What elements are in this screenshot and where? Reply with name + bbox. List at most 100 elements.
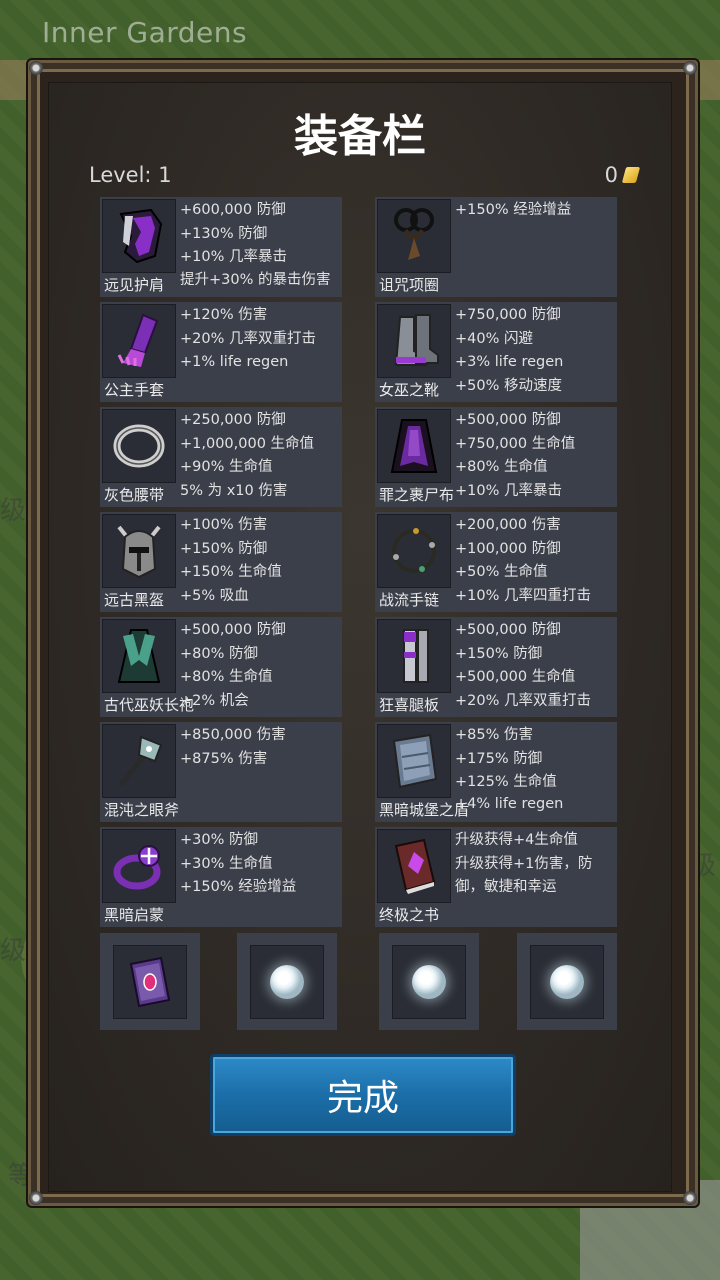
stat-line: 提升+30% 的暴击伤害 <box>180 271 331 288</box>
cloak-icon <box>377 409 451 483</box>
equipment-card-book[interactable]: 终极之书 升级获得+4生命值 升级获得+1伤害，防御，敏捷和幸运 <box>375 827 617 927</box>
stat-line: +50% 生命值 <box>455 564 548 580</box>
equipment-name: 罪之裹尸布 <box>379 486 455 504</box>
equipment-name: 远见护肩 <box>104 276 165 294</box>
equipment-card-robe[interactable]: 古代巫妖长袍 +500,000 防御 +80% 防御 +80% 生命值 +2% … <box>100 617 342 717</box>
frame-rivet-icon <box>683 1191 697 1205</box>
belt-icon <box>102 409 176 483</box>
stat-line: +10% 几率暴击 <box>455 482 562 499</box>
stat-line: +20% 几率双重打击 <box>455 692 591 709</box>
stat-line: 升级获得+1伤害，防御，敏捷和幸运 <box>455 855 593 896</box>
equipment-stats: +500,000 防御 +150% 防御 +500,000 生命值 +20% 几… <box>455 619 621 713</box>
equipment-card-gloves[interactable]: 公主手套 +120% 伤害 +20% 几率双重打击 +1% life regen <box>100 302 342 402</box>
stat-line: +90% 生命值 <box>180 459 273 475</box>
boots-icon <box>377 304 451 378</box>
equipment-stats: +30% 防御 +30% 生命值 +150% 经验增益 <box>180 829 346 900</box>
stat-line: 5% 为 x10 伤害 <box>180 482 288 499</box>
stat-line: +10% 几率四重打击 <box>455 587 591 604</box>
level-value: 1 <box>158 163 172 187</box>
stat-line: +20% 几率双重打击 <box>180 330 316 347</box>
equipment-stats: +100% 伤害 +150% 防御 +150% 生命值 +5% 吸血 <box>180 514 346 608</box>
stat-line: +40% 闪避 <box>455 330 533 347</box>
gloves-icon <box>102 304 176 378</box>
stat-line: +500,000 防御 <box>455 622 561 638</box>
stat-line: +175% 防御 <box>455 750 543 767</box>
equipment-stats: +500,000 防御 +750,000 生命值 +80% 生命值 +10% 几… <box>455 409 621 503</box>
stat-line: +3% life regen <box>455 354 564 370</box>
stat-line: +2% 机会 <box>180 692 249 709</box>
stat-line: +80% 生命值 <box>180 669 273 685</box>
equipment-card-necklace[interactable]: 诅咒项圈 +150% 经验增益 <box>375 197 617 297</box>
stat-line: +80% 生命值 <box>455 459 548 475</box>
equipment-card-leg-armor[interactable]: 狂喜腿板 +500,000 防御 +150% 防御 +500,000 生命值 +… <box>375 617 617 717</box>
stat-line: +1,000,000 生命值 <box>180 435 315 452</box>
stat-line: +5% 吸血 <box>180 587 249 604</box>
equipment-name: 混沌之眼斧 <box>104 801 180 819</box>
world-text: 级 <box>0 496 27 526</box>
equipment-name: 战流手链 <box>379 591 440 609</box>
pearl-orb-icon <box>250 944 324 1019</box>
inventory-slot[interactable] <box>237 933 337 1030</box>
shield-icon <box>377 724 451 798</box>
stat-line: +750,000 防御 <box>455 307 561 323</box>
equipment-card-ring[interactable]: 黑暗启蒙 +30% 防御 +30% 生命值 +150% 经验增益 <box>100 827 342 927</box>
level-indicator: Level: 1 <box>89 163 172 187</box>
level-label: Level: <box>89 163 152 187</box>
equipment-stats: 升级获得+4生命值 升级获得+1伤害，防御，敏捷和幸运 <box>455 829 611 900</box>
equipment-name: 灰色腰带 <box>104 486 165 504</box>
done-button[interactable]: 完成 <box>210 1054 516 1136</box>
equipment-card-cloak[interactable]: 罪之裹尸布 +500,000 防御 +750,000 生命值 +80% 生命值 … <box>375 407 617 507</box>
stat-line: +500,000 生命值 <box>455 669 576 685</box>
stat-line: +150% 防御 <box>180 540 268 557</box>
equipment-stats: +120% 伤害 +20% 几率双重打击 +1% life regen <box>180 304 346 375</box>
stat-line: +150% 经验增益 <box>455 202 572 218</box>
stat-line: +500,000 防御 <box>455 412 561 428</box>
equipment-card-shield[interactable]: 黑暗城堡之盾 +85% 伤害 +175% 防御 +125% 生命值 +4% li… <box>375 722 617 822</box>
equipment-stats: +600,000 防御 +130% 防御 +10% 几率暴击 提升+30% 的暴… <box>180 199 346 290</box>
frame-rivet-icon <box>683 61 697 75</box>
stat-line: +120% 伤害 <box>180 307 268 323</box>
stat-line: +130% 防御 <box>180 225 268 242</box>
area-name-label: Inner Gardens <box>42 16 248 49</box>
inventory-slot[interactable] <box>100 933 200 1030</box>
stat-line: +600,000 防御 <box>180 202 286 218</box>
stat-line: +150% 生命值 <box>180 564 282 580</box>
equipment-stats: +85% 伤害 +175% 防御 +125% 生命值 +4% life rege… <box>455 724 621 813</box>
robe-icon <box>102 619 176 693</box>
helmet-icon <box>102 514 176 588</box>
equipment-stats: +750,000 防御 +40% 闪避 +3% life regen +50% … <box>455 304 621 398</box>
gold-amount: 0 <box>604 163 618 187</box>
equipment-name: 诅咒项圈 <box>379 276 440 294</box>
necklace-icon <box>377 199 451 273</box>
bracelet-icon <box>377 514 451 588</box>
equipment-card-helmet[interactable]: 远古黑盔 +100% 伤害 +150% 防御 +150% 生命值 +5% 吸血 <box>100 512 342 612</box>
equipment-name: 狂喜腿板 <box>379 696 440 714</box>
equipment-name: 远古黑盔 <box>104 591 165 609</box>
equipment-stats: +850,000 伤害 +875% 伤害 <box>180 724 346 771</box>
equipment-stats: +500,000 防御 +80% 防御 +80% 生命值 +2% 机会 <box>180 619 346 713</box>
stat-line: +250,000 防御 <box>180 412 286 428</box>
equipment-card-axe[interactable]: 混沌之眼斧 +850,000 伤害 +875% 伤害 <box>100 722 342 822</box>
pearl-orb-icon <box>392 944 466 1019</box>
gold-counter: 0 <box>604 163 641 187</box>
frame-rivet-icon <box>29 61 43 75</box>
equipment-name: 黑暗启蒙 <box>104 906 165 924</box>
equipment-card-boots[interactable]: 女巫之靴 +750,000 防御 +40% 闪避 +3% life regen … <box>375 302 617 402</box>
inventory-slot[interactable] <box>517 933 617 1030</box>
stat-line: +200,000 伤害 <box>455 517 561 533</box>
inventory-slot[interactable] <box>379 933 479 1030</box>
stat-line: +50% 移动速度 <box>455 377 562 394</box>
equipment-card-bracelet[interactable]: 战流手链 +200,000 伤害 +100,000 防御 +50% 生命值 +1… <box>375 512 617 612</box>
purple-tome-icon <box>113 944 187 1019</box>
equipment-card-belt[interactable]: 灰色腰带 +250,000 防御 +1,000,000 生命值 +90% 生命值… <box>100 407 342 507</box>
stat-line: +750,000 生命值 <box>455 435 576 452</box>
equipment-stats: +200,000 伤害 +100,000 防御 +50% 生命值 +10% 几率… <box>455 514 621 608</box>
equipment-card-shoulder[interactable]: 远见护肩 +600,000 防御 +130% 防御 +10% 几率暴击 提升+3… <box>100 197 342 297</box>
stat-line: +150% 防御 <box>455 645 543 662</box>
gold-coin-icon <box>621 167 641 183</box>
stat-line: +500,000 防御 <box>180 622 286 638</box>
stat-line: +125% 生命值 <box>455 774 557 790</box>
stat-line: +1% life regen <box>180 354 289 370</box>
stat-line: +100% 伤害 <box>180 517 268 533</box>
equipment-stats: +150% 经验增益 <box>455 199 621 223</box>
